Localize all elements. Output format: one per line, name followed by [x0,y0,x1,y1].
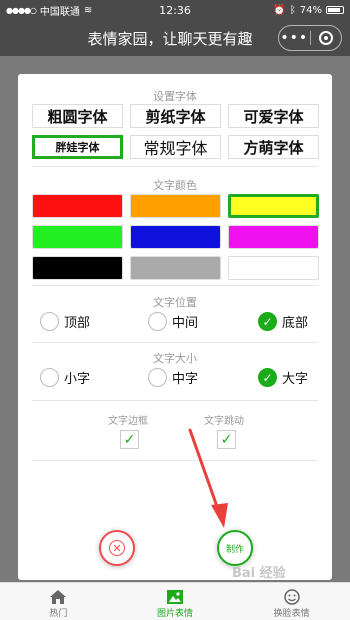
color-swatch[interactable] [130,256,221,280]
font-options: 粗圆字体 剪纸字体 可爱字体 胖娃字体 常规字体 方萌字体 [32,104,320,159]
color-swatch[interactable] [32,194,123,218]
font-section-title: 设置字体 [153,90,197,103]
radio-label: 中间 [172,316,199,331]
cancel-button[interactable]: ✕ [99,530,135,566]
font-option[interactable]: 方萌字体 [228,135,319,159]
signal-icon: ●●●●○ [6,5,37,15]
radio-label: 顶部 [64,316,91,331]
size-options: 小字 中字 ✓ 大字 [40,368,318,392]
radio-circle [40,312,59,331]
close-circle-icon: ✕ [109,540,125,556]
status-bar: ●●●●○ 中国联通 ≋ 12:36 ⏰ ᛒ 74% [0,0,350,20]
face-icon [282,588,302,606]
tab-face-swap[interactable]: 换脸表情 [233,583,350,620]
bluetooth-icon: ᛒ [289,4,296,16]
font-option-selected[interactable]: 胖娃字体 [32,135,123,159]
wifi-icon: ≋ [83,4,93,16]
radio-bottom[interactable]: ✓ 底部 [258,312,308,331]
text-border-checkbox[interactable]: ✓ [120,430,139,449]
nav-bar: 表情家园，让聊天更有趣 ••• [0,20,350,56]
font-option[interactable]: 剪纸字体 [130,104,221,128]
font-option[interactable]: 可爱字体 [228,104,319,128]
radio-label: 中字 [172,372,199,387]
radio-label: 底部 [282,316,309,331]
radio-top[interactable]: 顶部 [40,312,90,331]
battery-label: 74% [299,4,322,16]
color-swatch[interactable] [228,256,319,280]
tab-bar: 热门 图片表情 换脸表情 [0,582,350,620]
target-icon [318,31,333,45]
watermark-logo: Bai 经验 [232,566,286,581]
image-icon [165,588,185,606]
radio-circle [148,312,167,331]
divider [32,285,318,286]
radio-large[interactable]: ✓ 大字 [258,368,308,387]
divider [32,166,318,167]
radio-small[interactable]: 小字 [40,368,90,387]
alarm-icon: ⏰ [273,4,286,16]
radio-middle[interactable]: 中间 [148,312,198,331]
font-option[interactable]: 粗圆字体 [32,104,123,128]
text-animate-checkbox[interactable]: ✓ [217,430,236,449]
tab-label: 换脸表情 [273,609,310,619]
position-section-title: 文字位置 [153,296,197,309]
font-option[interactable]: 常规字体 [130,135,221,159]
tab-label: 热门 [49,609,68,619]
settings-panel: 设置字体 粗圆字体 剪纸字体 可爱字体 胖娃字体 常规字体 方萌字体 文字颜色 … [18,74,332,580]
divider [32,400,318,401]
size-section-title: 文字大小 [153,352,197,365]
color-swatch[interactable] [228,194,319,218]
color-swatch[interactable] [130,225,221,249]
text-animate-label: 文字跳动 [204,416,244,427]
color-swatch[interactable] [32,256,123,280]
make-button[interactable]: 制作 [217,530,253,566]
divider [32,460,318,461]
mini-program-capsule: ••• [278,25,342,51]
tab-hot[interactable]: 热门 [0,583,117,620]
color-section-title: 文字颜色 [153,179,197,192]
page-title: 表情家园，让聊天更有趣 [87,29,253,48]
check-icon: ✓ [258,368,277,387]
tab-image-stickers[interactable]: 图片表情 [117,583,234,620]
radio-label: 小字 [64,372,91,387]
check-icon: ✓ [258,312,277,331]
battery-icon [326,6,344,14]
color-options [32,194,320,280]
tab-label: 图片表情 [157,609,194,619]
close-button[interactable] [310,31,341,45]
divider [32,342,318,343]
color-swatch[interactable] [32,225,123,249]
radio-medium[interactable]: 中字 [148,368,198,387]
position-options: 顶部 中间 ✓ 底部 [40,312,318,336]
more-dots-icon[interactable]: ••• [279,31,310,45]
text-border-label: 文字边框 [108,416,148,427]
radio-circle [40,368,59,387]
home-icon [48,588,68,606]
radio-label: 大字 [282,372,309,387]
radio-circle [148,368,167,387]
color-swatch[interactable] [228,225,319,249]
color-swatch[interactable] [130,194,221,218]
carrier-label: 中国联通 [39,6,80,18]
